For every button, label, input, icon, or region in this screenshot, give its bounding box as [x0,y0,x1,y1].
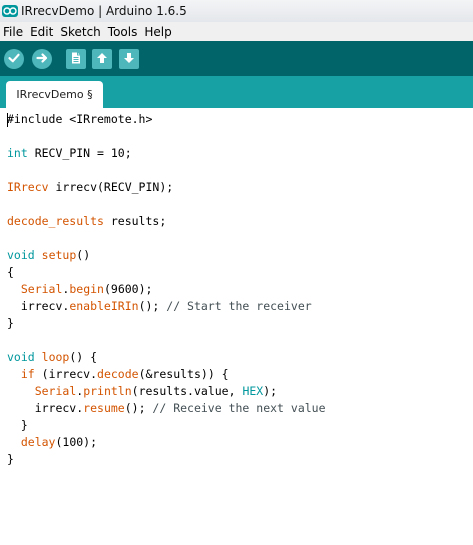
code-line: irrecv.resume(); // Receive the next val… [7,400,326,417]
code-line: { [7,264,14,281]
title-bar: IRrecvDemo | Arduino 1.6.5 [0,0,473,22]
code-token: (); [138,299,167,313]
code-line: irrecv.enableIRIn(); // Start the receiv… [7,298,312,315]
code-token: (9600); [103,282,153,296]
code-token-comment: // Start the receiver [166,299,312,313]
code-token: ); [263,384,278,398]
menu-help[interactable]: Help [144,25,171,39]
code-editor[interactable] [0,108,473,545]
upload-button[interactable] [32,49,52,69]
code-line: Serial.begin(9600); [7,281,153,298]
code-token: (results.value, [131,384,243,398]
code-token: irrecv. [7,299,70,313]
code-token: () [76,248,91,262]
code-line: void loop() { [7,349,97,366]
code-line: IRrecv irrecv(RECV_PIN); [7,179,173,196]
menu-file[interactable]: File [3,25,23,39]
menu-edit[interactable]: Edit [30,25,53,39]
code-line: delay(100); [7,434,97,451]
code-line: decode_results results; [7,213,166,230]
save-button[interactable] [119,49,139,69]
toolbar [0,41,473,76]
code-token: (irrecv. [34,367,98,381]
code-token: irrecv. [7,401,84,415]
code-token-type: void [7,248,35,262]
menu-tools[interactable]: Tools [108,25,138,39]
new-file-icon [69,50,83,69]
tab-irrecvdemo[interactable]: IRrecvDemo § [6,81,103,108]
code-token-func: if [20,367,35,381]
code-token: (); [124,401,153,415]
arduino-logo-icon [2,5,18,17]
open-button[interactable] [92,49,112,69]
code-token: () { [69,350,98,364]
text-cursor [7,113,8,127]
code-token-func: decode [97,367,139,381]
code-token-func: Serial [20,282,63,296]
code-line: } [7,315,14,332]
code-token: { [7,265,14,279]
code-token-func: loop [41,350,70,364]
tab-label: IRrecvDemo § [16,88,93,101]
right-arrow-icon [35,50,49,69]
code-token: RECV_PIN = 10; [27,146,132,160]
code-token: results; [103,214,167,228]
code-line: Serial.println(results.value, HEX); [7,383,277,400]
code-line: } [7,417,28,434]
up-arrow-icon [95,50,109,69]
code-token-func: begin [69,282,104,296]
code-line: } [7,451,14,468]
code-token: #include <IRremote.h> [7,112,153,126]
new-button[interactable] [66,49,86,69]
code-token-func: decode_results [7,214,104,228]
code-token-func: delay [20,435,56,449]
code-line: #include <IRremote.h> [7,111,152,128]
tab-bar: IRrecvDemo § [0,76,473,108]
code-token: } [7,452,14,466]
code-token-type: int [7,146,28,160]
code-token-func: println [83,384,132,398]
code-token-comment: // Receive the next value [152,401,326,415]
code-token: (100); [55,435,98,449]
code-token-func: Serial [34,384,77,398]
window-title: IRrecvDemo | Arduino 1.6.5 [21,4,187,18]
code-token: } [7,316,14,330]
menu-bar: File Edit Sketch Tools Help [0,22,473,41]
menu-sketch[interactable]: Sketch [60,25,100,39]
code-line: if (irrecv.decode(&results)) { [7,366,229,383]
checkmark-icon [7,50,21,69]
code-token-func: setup [41,248,77,262]
code-token: (&results)) { [138,367,229,381]
verify-button[interactable] [4,49,24,69]
down-arrow-icon [122,50,136,69]
code-token-func: IRrecv [7,180,49,194]
code-token: irrecv(RECV_PIN); [48,180,174,194]
code-line: int RECV_PIN = 10; [7,145,132,162]
code-token-type: void [7,350,35,364]
code-token-func: resume [83,401,125,415]
code-line: void setup() [7,247,90,264]
code-token: } [7,418,28,432]
code-token-func: enableIRIn [69,299,139,313]
code-token-type: HEX [242,384,264,398]
